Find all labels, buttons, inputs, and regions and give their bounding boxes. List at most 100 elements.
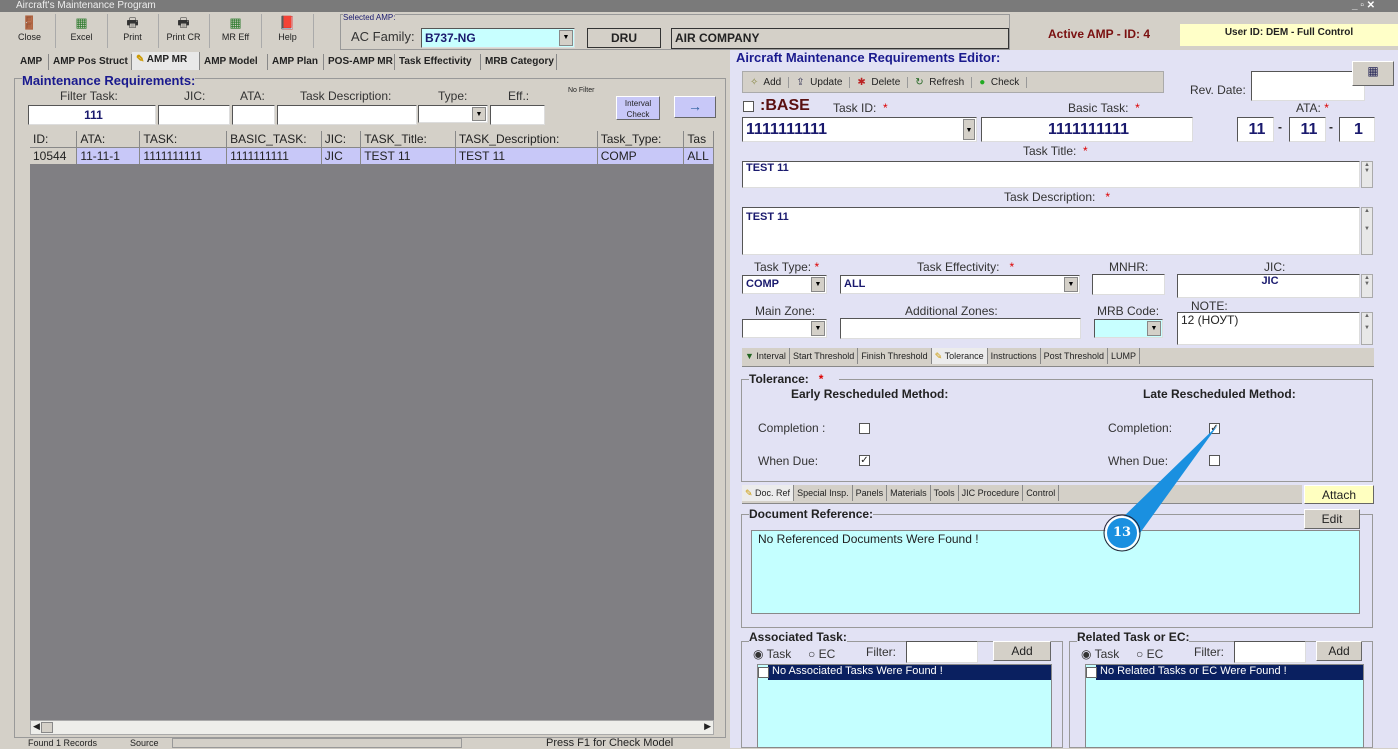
list-item-checkbox[interactable] bbox=[1086, 667, 1097, 678]
jic-scrollbar[interactable]: ▲ ▼ bbox=[1361, 274, 1373, 298]
ata-subject-input[interactable]: 1 bbox=[1339, 117, 1375, 142]
subtab-interval[interactable]: ▼ Interval bbox=[742, 348, 790, 364]
main-zone-select[interactable]: ▼ bbox=[742, 319, 827, 338]
filter-ata-input[interactable] bbox=[232, 105, 275, 125]
window-controls[interactable]: _ ▫ ✕ bbox=[1352, 0, 1375, 11]
column-header[interactable]: BASIC_TASK: bbox=[227, 131, 322, 147]
column-header[interactable]: ID: bbox=[30, 131, 78, 147]
attach-button[interactable]: Attach bbox=[1304, 485, 1374, 504]
jic-input[interactable]: JIC bbox=[1177, 274, 1360, 298]
note-scrollbar[interactable]: ▲ ▼ bbox=[1361, 312, 1373, 345]
basic-task-input[interactable]: 1111111111 bbox=[981, 117, 1193, 142]
filter-type-select[interactable]: ▼ bbox=[418, 105, 488, 123]
assoc-ec-radio[interactable]: ○ EC bbox=[808, 647, 835, 661]
tab-amp-model[interactable]: AMP Model bbox=[200, 54, 268, 70]
related-ec-radio[interactable]: ○ EC bbox=[1136, 647, 1163, 661]
scroll-thumb[interactable] bbox=[41, 722, 53, 733]
additional-zones-input[interactable] bbox=[840, 318, 1081, 339]
column-header[interactable]: TASK_Title: bbox=[361, 131, 456, 147]
filter-desc-input[interactable] bbox=[277, 105, 417, 125]
filter-jic-input[interactable] bbox=[158, 105, 230, 125]
subtab-finish-threshold[interactable]: Finish Threshold bbox=[858, 348, 932, 364]
filter-task-input[interactable]: 111 bbox=[28, 105, 156, 125]
toolbar-print-button[interactable]: 🖶 Print bbox=[107, 14, 159, 48]
tab-amp-plan[interactable]: AMP Plan bbox=[268, 54, 324, 70]
task-title-input[interactable]: TEST 11 bbox=[742, 161, 1360, 188]
assoc-filter-input[interactable] bbox=[906, 641, 978, 663]
doctab-materials[interactable]: Materials bbox=[887, 485, 931, 501]
task-title-scrollbar[interactable]: ▲ ▼ bbox=[1361, 161, 1373, 188]
rev-date-input[interactable] bbox=[1251, 71, 1365, 101]
task-type-select[interactable]: COMP ▼ bbox=[742, 275, 827, 294]
early-completion-checkbox[interactable] bbox=[859, 423, 870, 434]
doctab-control[interactable]: Control bbox=[1023, 485, 1060, 501]
document-reference-list[interactable]: No Referenced Documents Were Found ! bbox=[751, 530, 1360, 614]
subtab-post-threshold[interactable]: Post Threshold bbox=[1041, 348, 1109, 364]
list-item[interactable]: No Related Tasks or EC Were Found ! bbox=[1086, 665, 1363, 680]
column-header[interactable]: JIC: bbox=[322, 131, 362, 147]
requirements-grid[interactable]: ID: ATA: TASK: BASIC_TASK: JIC: TASK_Title: TA… bbox=[30, 131, 714, 720]
assoc-task-radio[interactable]: ◉ Task bbox=[753, 647, 791, 661]
tab-task-effectivity[interactable]: Task Effectivity bbox=[395, 54, 481, 70]
column-header[interactable]: ATA: bbox=[77, 131, 141, 147]
edit-button[interactable]: Edit bbox=[1304, 509, 1360, 529]
doctab-special-insp-[interactable]: Special Insp. bbox=[794, 485, 853, 501]
column-header[interactable]: TASK: bbox=[140, 131, 228, 147]
task-desc-scrollbar[interactable]: ▲ ▼ bbox=[1361, 207, 1373, 255]
scroll-left-icon[interactable]: ◀ bbox=[33, 721, 40, 732]
ac-family-label: AC Family: bbox=[351, 29, 415, 44]
subtab-start-threshold[interactable]: Start Threshold bbox=[790, 348, 859, 364]
task-eff-select[interactable]: ALL ▼ bbox=[840, 275, 1080, 294]
related-add-button[interactable]: Add bbox=[1316, 641, 1362, 661]
column-header[interactable]: Tas bbox=[684, 131, 714, 147]
note-input[interactable]: 12 (НОУТ) bbox=[1177, 312, 1360, 345]
column-header[interactable]: TASK_Description: bbox=[456, 131, 598, 147]
related-task-radio[interactable]: ◉ Task bbox=[1081, 647, 1119, 661]
check-button[interactable]: ● Check bbox=[972, 76, 1028, 88]
horizontal-scrollbar[interactable]: ◀ ▶ bbox=[30, 720, 714, 735]
list-item-checkbox[interactable] bbox=[758, 667, 769, 678]
column-header[interactable]: Task_Type: bbox=[598, 131, 685, 147]
related-filter-input[interactable] bbox=[1234, 641, 1306, 663]
toolbar-print-cr-button[interactable]: 🖶 Print CR bbox=[158, 14, 210, 48]
tab-amp[interactable]: AMP bbox=[16, 54, 49, 70]
mrb-code-select[interactable]: ▼ bbox=[1094, 319, 1163, 338]
doctab-doc--ref[interactable]: ✎ Doc. Ref bbox=[742, 485, 795, 501]
related-list[interactable]: No Related Tasks or EC Were Found ! bbox=[1085, 664, 1364, 748]
delete-button[interactable]: ✱ Delete bbox=[850, 76, 909, 88]
mnhr-input[interactable] bbox=[1092, 274, 1165, 295]
interval-check-button[interactable]: Interval Check bbox=[616, 96, 660, 120]
doctab-tools[interactable]: Tools bbox=[931, 485, 959, 501]
toolbar-excel-button[interactable]: ▦ Excel bbox=[56, 14, 108, 48]
tab-pos-amp-mr[interactable]: POS-AMP MR bbox=[324, 54, 395, 70]
subtab-instructions[interactable]: Instructions bbox=[988, 348, 1041, 364]
scroll-right-icon[interactable]: ▶ bbox=[704, 721, 711, 732]
update-button[interactable]: ⇪ Update bbox=[789, 76, 851, 88]
early-when-due-checkbox[interactable]: ✓ bbox=[859, 455, 870, 466]
table-row[interactable]: 10544 11-11-1 1111111111 1111111111 JIC TEST … bbox=[30, 148, 714, 164]
toolbar-mr-eff-button[interactable]: ▦ MR Eff bbox=[210, 14, 262, 48]
tab-mrb-category[interactable]: MRB Category bbox=[481, 54, 557, 70]
toolbar-close-button[interactable]: 🚪 Close bbox=[4, 14, 56, 48]
subtab-lump[interactable]: LUMP bbox=[1108, 348, 1141, 364]
filter-eff-input[interactable] bbox=[490, 105, 545, 125]
add-button[interactable]: ✧ Add bbox=[743, 76, 790, 88]
ata-chapter-input[interactable]: 11 bbox=[1237, 117, 1274, 142]
apply-filter-button[interactable]: → bbox=[674, 96, 716, 118]
tab-amp-pos-struct[interactable]: AMP Pos Struct bbox=[49, 54, 132, 70]
base-checkbox[interactable] bbox=[743, 101, 754, 112]
doctab-panels[interactable]: Panels bbox=[853, 485, 888, 501]
assoc-add-button[interactable]: Add bbox=[993, 641, 1051, 661]
ata-section-input[interactable]: 11 bbox=[1289, 117, 1326, 142]
doctab-jic-procedure[interactable]: JIC Procedure bbox=[959, 485, 1024, 501]
subtab-tolerance[interactable]: ✎ Tolerance bbox=[931, 348, 988, 364]
refresh-button[interactable]: ↻ Refresh bbox=[908, 76, 973, 88]
toolbar-help-button[interactable]: 📕 Help bbox=[262, 14, 314, 48]
task-id-select[interactable]: 1111111111 ▼ bbox=[742, 117, 977, 142]
task-desc-input[interactable]: TEST 11 bbox=[742, 207, 1360, 255]
tab-amp-mr[interactable]: ✎ AMP MR bbox=[132, 52, 200, 70]
ac-family-select[interactable]: B737-NG ▼ bbox=[421, 28, 575, 48]
assoc-list[interactable]: No Associated Tasks Were Found ! bbox=[757, 664, 1052, 748]
list-item[interactable]: No Associated Tasks Were Found ! bbox=[758, 665, 1051, 680]
calendar-button[interactable]: ▦ bbox=[1352, 61, 1394, 86]
